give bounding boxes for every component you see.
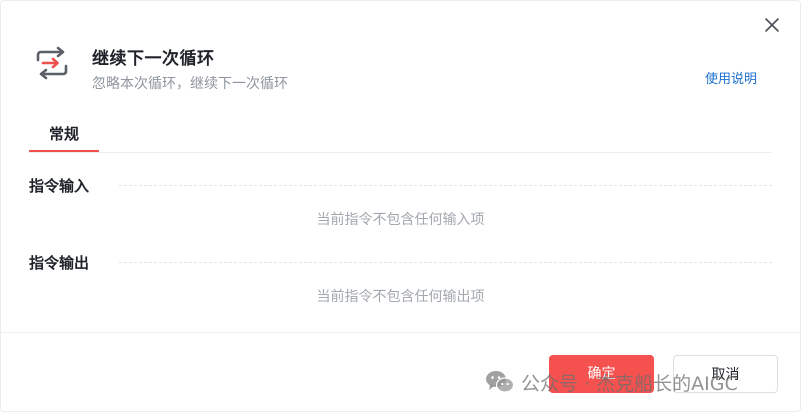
tab-general[interactable]: 常规 (29, 121, 99, 152)
close-icon[interactable] (762, 15, 782, 35)
footer-divider (1, 332, 800, 333)
tab-general-label: 常规 (48, 125, 79, 143)
wechat-icon (486, 371, 515, 393)
dialog-title: 继续下一次循环 (92, 49, 215, 69)
output-section: 指令输出 (29, 252, 772, 272)
input-empty-text: 当前指令不包含任何输入项 (316, 212, 485, 228)
input-section: 指令输入 (29, 175, 772, 195)
cancel-button[interactable]: 取消 (673, 355, 778, 393)
input-section-label: 指令输入 (29, 177, 90, 195)
input-section-divider (119, 185, 772, 186)
help-link[interactable]: 使用说明 (705, 68, 757, 87)
output-section-divider (119, 262, 772, 263)
tab-active-indicator (29, 150, 99, 152)
output-section-label: 指令输出 (29, 254, 90, 272)
output-empty-text: 当前指令不包含任何输出项 (316, 289, 485, 305)
continue-loop-dialog: 继续下一次循环 忽略本次循环，继续下一次循环 使用说明 常规 指令输入 当前指令… (0, 0, 801, 412)
dialog-subtitle: 忽略本次循环，继续下一次循环 (92, 76, 288, 92)
loop-continue-icon (32, 46, 72, 80)
confirm-button[interactable]: 确定 (549, 355, 654, 393)
tab-bar: 常规 (29, 121, 772, 153)
